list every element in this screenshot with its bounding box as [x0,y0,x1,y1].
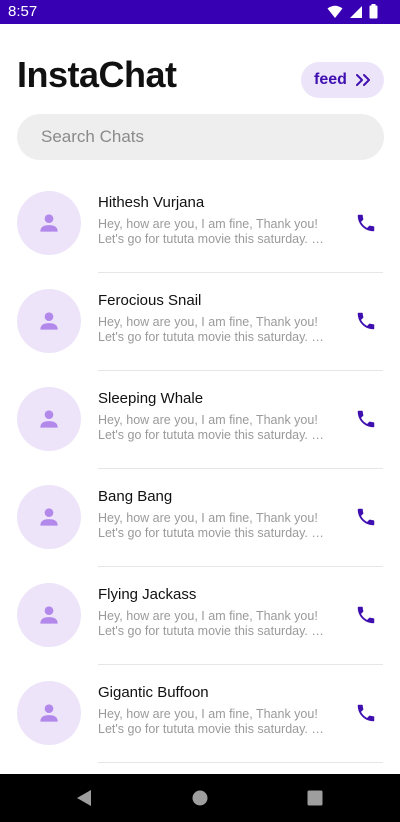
chat-preview-line: Hey, how are you, I am fine, Thank you! [98,707,318,721]
feed-button[interactable]: feed [301,62,384,98]
person-icon [40,410,58,428]
double-chevron-right-icon [355,74,370,86]
chat-name: Gigantic Buffoon [98,684,209,701]
chat-preview: Hey, how are you, I am fine, Thank you! … [98,707,326,737]
feed-label: feed [314,71,347,88]
chat-preview-line: Hey, how are you, I am fine, Thank you! [98,609,318,623]
navigation-bar [0,774,400,822]
phone-icon [357,312,375,330]
status-icons [327,4,378,19]
chat-list-item[interactable]: Hithesh Vurjana Hey, how are you, I am f… [0,175,400,273]
back-triangle-icon [77,790,91,806]
phone-icon [357,214,375,232]
chat-list-item[interactable]: Ferocious Snail Hey, how are you, I am f… [0,273,400,371]
chat-name: Flying Jackass [98,586,197,603]
avatar[interactable] [17,387,81,451]
chat-preview: Hey, how are you, I am fine, Thank you! … [98,315,326,345]
call-button[interactable] [352,699,380,727]
battery-icon [369,4,378,19]
chat-preview: Hey, how are you, I am fine, Thank you! … [98,413,326,443]
chat-list: Hithesh Vurjana Hey, how are you, I am f… [0,175,400,773]
search-input[interactable] [17,114,384,160]
chat-name: Sleeping Whale [98,390,204,407]
chat-preview-line: Hey, how are you, I am fine, Thank you! [98,315,318,329]
person-icon [40,214,58,232]
wifi-icon [327,5,343,18]
app-title: InstaChat [17,54,177,95]
chat-name: Hithesh Vurjana [98,194,205,211]
person-icon [40,704,58,722]
avatar[interactable] [17,191,81,255]
nav-recents-button[interactable] [305,788,325,808]
header: InstaChat feed [0,24,400,110]
call-button[interactable] [352,503,380,531]
chat-list-item[interactable]: Sleeping Whale Hey, how are you, I am fi… [0,371,400,469]
call-button[interactable] [352,405,380,433]
chat-preview: Hey, how are you, I am fine, Thank you! … [98,511,326,541]
chat-preview-line: Hey, how are you, I am fine, Thank you! [98,217,318,231]
recents-square-icon [307,790,323,806]
chat-preview-line: Let's go for tututa movie this saturday.… [98,232,326,246]
chat-preview-line: Let's go for tututa movie this saturday.… [98,526,326,540]
chat-preview: Hey, how are you, I am fine, Thank you! … [98,217,326,247]
chat-list-item[interactable]: Bang Bang Hey, how are you, I am fine, T… [0,469,400,567]
chat-preview-line: Let's go for tututa movie this saturday.… [98,722,326,736]
call-button[interactable] [352,307,380,335]
chat-list-item[interactable]: Flying Jackass Hey, how are you, I am fi… [0,567,400,665]
phone-icon [357,704,375,722]
avatar[interactable] [17,583,81,647]
person-icon [40,508,58,526]
nav-back-button[interactable] [74,788,94,808]
home-circle-icon [192,790,208,806]
phone-icon [357,606,375,624]
call-button[interactable] [352,209,380,237]
avatar[interactable] [17,289,81,353]
phone-icon [357,508,375,526]
chat-preview-line: Hey, how are you, I am fine, Thank you! [98,413,318,427]
chat-preview-line: Let's go for tututa movie this saturday.… [98,428,326,442]
avatar[interactable] [17,485,81,549]
nav-home-button[interactable] [190,788,210,808]
call-button[interactable] [352,601,380,629]
status-time: 8:57 [8,3,38,20]
chat-preview-line: Hey, how are you, I am fine, Thank you! [98,511,318,525]
chat-name: Ferocious Snail [98,292,202,309]
avatar[interactable] [17,681,81,745]
person-icon [40,606,58,624]
phone-icon [357,410,375,428]
person-icon [40,312,58,330]
signal-icon [350,5,362,18]
status-bar: 8:57 [0,0,400,24]
chat-list-item[interactable]: Gigantic Buffoon Hey, how are you, I am … [0,665,400,763]
chat-preview: Hey, how are you, I am fine, Thank you! … [98,609,326,639]
chat-preview-line: Let's go for tututa movie this saturday.… [98,330,326,344]
divider [98,762,383,763]
chat-name: Bang Bang [98,488,173,505]
chat-preview-line: Let's go for tututa movie this saturday.… [98,624,326,638]
